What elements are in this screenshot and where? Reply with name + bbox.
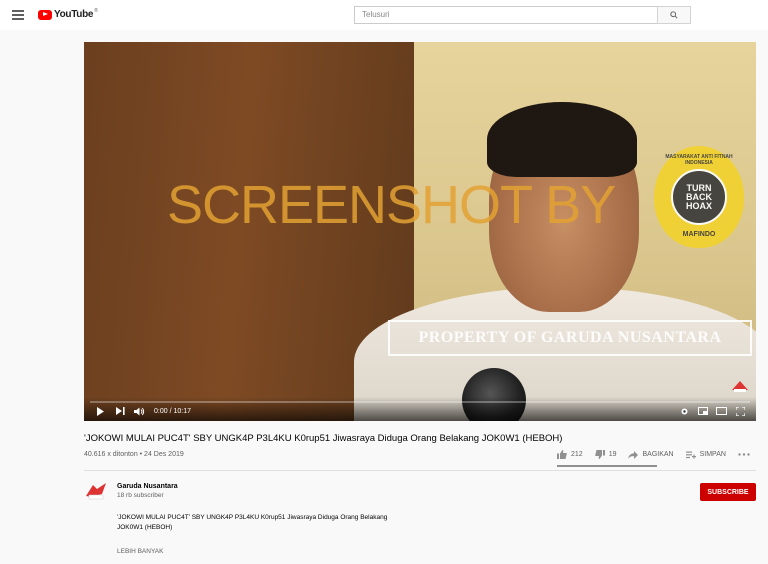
fullscreen-icon[interactable] [736,407,745,416]
dislike-button[interactable]: 19 [594,450,617,459]
badge-top-text: MASYARAKAT ANTI FITNAH INDONESIA [665,154,733,166]
search-icon [670,11,678,19]
like-button[interactable]: 212 [557,450,583,459]
share-label: BAGIKAN [642,451,674,458]
view-count-date: 40.616 x ditonton • 24 Des 2019 [84,451,184,458]
video-title: 'JOKOWI MULAI PUC4T' SBY UNGK4P P3L4KU K… [84,433,563,444]
share-button[interactable]: BAGIKAN [628,450,674,459]
thumbs-down-icon [594,450,605,459]
description-line: JOK0W1 (HEBOH) [117,524,173,531]
thumbs-up-icon [557,450,567,459]
settings-icon[interactable] [680,407,689,416]
play-icon[interactable] [96,407,104,416]
share-icon [628,450,639,459]
more-icon[interactable] [738,453,754,456]
youtube-logo[interactable]: YouTube ® [38,7,98,20]
save-label: SIMPAN [699,451,726,458]
dislike-count: 19 [608,451,617,458]
video-person-hair [487,102,637,177]
logo-registered: ® [94,7,98,14]
miniplayer-icon[interactable] [698,407,708,415]
playlist-add-icon [685,451,696,459]
video-actions: 212 19 BAGIKAN SIMPAN [557,450,754,459]
search-input[interactable]: Telusuri [354,6,658,24]
like-count: 212 [571,451,583,458]
subscriber-count: 18 rb subscriber [117,492,164,499]
video-description: 'JOKOWI MULAI PUC4T' SBY UNGK4P P3L4KU K… [117,513,427,533]
channel-name[interactable]: Garuda Nusantara [117,483,178,490]
badge-center: TURN BACK HOAX [671,169,727,225]
top-bar: YouTube ® Telusuri [0,0,768,30]
show-more-button[interactable]: LEBIH BANYAK [117,548,163,555]
like-ratio-bar [557,465,657,467]
property-watermark: PROPERTY OF GARUDA NUSANTARA [388,320,752,356]
youtube-logo-icon [38,9,52,20]
menu-icon[interactable] [12,10,24,20]
channel-corner-logo [732,381,748,392]
turnbackhoax-badge: MASYARAKAT ANTI FITNAH INDONESIA TURN BA… [654,146,744,248]
search-button[interactable] [657,6,691,24]
logo-text: YouTube [54,9,94,20]
volume-icon[interactable] [134,407,145,416]
next-icon[interactable] [116,407,125,415]
badge-line3: HOAX [685,200,712,211]
player-controls: 0:00 / 10:17 [84,397,756,421]
badge-bottom-text: MAFINDO [682,231,716,238]
subscribe-button[interactable]: SUBSCRIBE [700,483,756,501]
channel-avatar[interactable] [84,480,108,502]
description-line: 'JOKOWI MULAI PUC4T' SBY UNGK4P P3L4KU K… [117,514,388,521]
time-display: 0:00 / 10:17 [154,408,191,415]
search-placeholder: Telusuri [362,10,390,19]
progress-bar[interactable] [90,401,750,403]
save-button[interactable]: SIMPAN [685,451,726,459]
theater-mode-icon[interactable] [716,407,727,415]
divider [84,470,756,471]
watermark-text: SCREENSHOT BY [167,175,616,235]
video-player[interactable]: SCREENSHOT BY MASYARAKAT ANTI FITNAH IND… [84,42,756,421]
